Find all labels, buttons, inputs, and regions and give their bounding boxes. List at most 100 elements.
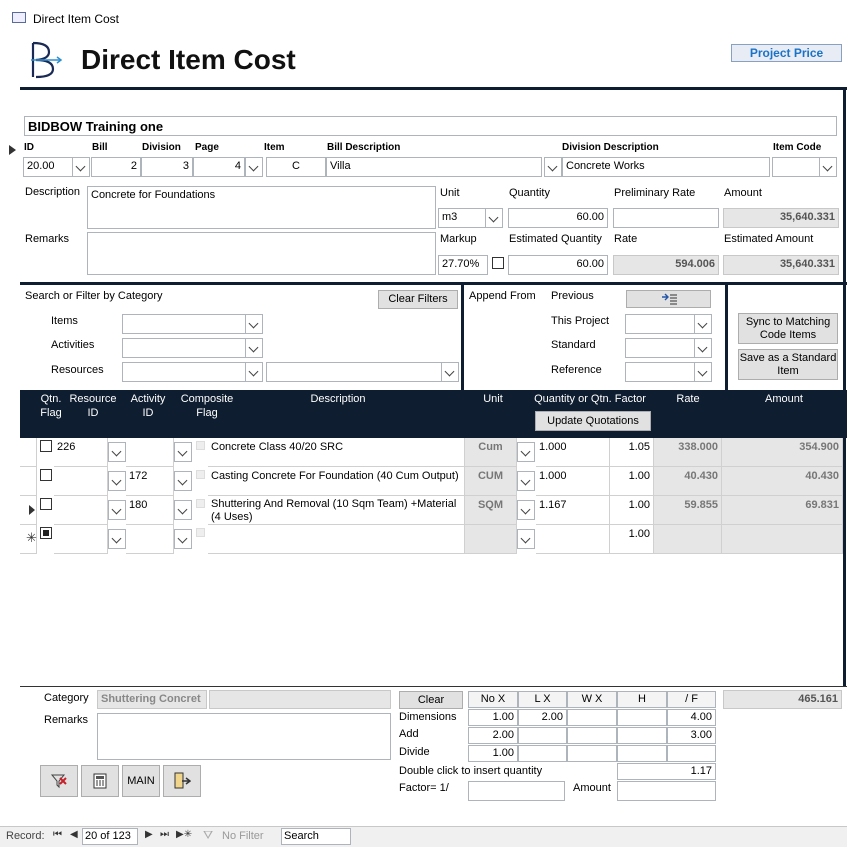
qty-cell[interactable]: 1.167: [536, 496, 610, 525]
resource-id-dropdown[interactable]: [108, 471, 126, 491]
unit-cell-dropdown[interactable]: [517, 529, 535, 549]
sync-button[interactable]: Sync to Matching Code Items: [738, 313, 838, 344]
description-field[interactable]: Concrete for Foundations: [87, 186, 436, 229]
no-filter-indicator[interactable]: No Filter: [222, 830, 264, 842]
div-desc-field[interactable]: Concrete Works: [562, 157, 770, 177]
composite-flag-checkbox[interactable]: [196, 499, 205, 508]
unit-field[interactable]: m3: [438, 208, 486, 228]
activity-id-cell[interactable]: [126, 438, 174, 467]
activity-id-dropdown[interactable]: [174, 500, 192, 520]
composite-flag-checkbox[interactable]: [196, 528, 205, 537]
filter-resources-field[interactable]: [122, 362, 246, 382]
table-row[interactable]: 180 Shuttering And Removal (10 Sqm Team)…: [20, 496, 843, 525]
quantity-field[interactable]: 60.00: [508, 208, 608, 228]
page-dropdown[interactable]: [245, 157, 263, 177]
add-wx-field[interactable]: [567, 727, 617, 744]
first-record-icon[interactable]: ⏮: [53, 829, 62, 840]
qtn-flag-checkbox[interactable]: [40, 440, 52, 452]
description-cell[interactable]: Shuttering And Removal (10 Sqm Team) +Ma…: [208, 496, 465, 525]
next-record-icon[interactable]: ▶: [145, 829, 153, 840]
activity-id-cell[interactable]: 172: [126, 467, 174, 496]
append-standard-field[interactable]: [625, 338, 695, 358]
qtn-flag-checkbox[interactable]: [40, 469, 52, 481]
resource-id-cell[interactable]: [54, 467, 108, 496]
filter-items-dropdown[interactable]: [245, 314, 263, 334]
est-qty-field[interactable]: 60.00: [508, 255, 608, 275]
unit-cell[interactable]: Cum: [465, 438, 517, 467]
id-field[interactable]: 20.00: [23, 157, 73, 177]
project-name-field[interactable]: BIDBOW Training one: [24, 116, 837, 136]
delete-filter-button[interactable]: [40, 765, 78, 797]
description-cell[interactable]: Concrete Class 40/20 SRC: [208, 438, 465, 467]
unit-cell[interactable]: [465, 525, 517, 554]
unit-cell[interactable]: SQM: [465, 496, 517, 525]
description-cell[interactable]: Casting Concrete For Foundation (40 Cum …: [208, 467, 465, 496]
double-click-value-field[interactable]: 1.17: [617, 763, 716, 780]
qty-cell[interactable]: [536, 525, 610, 554]
markup-field[interactable]: 27.70%: [438, 255, 488, 275]
composite-flag-checkbox[interactable]: [196, 470, 205, 479]
div-wx-field[interactable]: [567, 745, 617, 762]
dim-h-field[interactable]: [617, 709, 667, 726]
div-f-field[interactable]: [667, 745, 716, 762]
table-row[interactable]: 172 Casting Concrete For Foundation (40 …: [20, 467, 843, 496]
dim-lx-field[interactable]: 2.00: [518, 709, 567, 726]
dimensions-clear-button[interactable]: Clear: [399, 691, 463, 709]
activity-id-dropdown[interactable]: [174, 471, 192, 491]
factor-cell[interactable]: 1.05: [610, 438, 654, 467]
bottom-amount-field[interactable]: [617, 781, 716, 801]
resource-id-dropdown[interactable]: [108, 500, 126, 520]
unit-cell-dropdown[interactable]: [517, 442, 535, 462]
last-record-icon[interactable]: ⏭: [160, 829, 169, 840]
div-nox-field[interactable]: 1.00: [468, 745, 518, 762]
div-h-field[interactable]: [617, 745, 667, 762]
factor-cell[interactable]: 1.00: [610, 525, 654, 554]
append-reference-field[interactable]: [625, 362, 695, 382]
resource-id-cell[interactable]: 226: [54, 438, 108, 467]
qty-cell[interactable]: 1.000: [536, 438, 610, 467]
unit-dropdown[interactable]: [485, 208, 503, 228]
dim-f-field[interactable]: 4.00: [667, 709, 716, 726]
clear-filters-button[interactable]: Clear Filters: [378, 290, 458, 309]
activity-id-dropdown[interactable]: [174, 442, 192, 462]
exit-button[interactable]: [163, 765, 201, 797]
filter-items-field[interactable]: [122, 314, 246, 334]
append-reference-dropdown[interactable]: [694, 362, 712, 382]
filter-resources-dropdown[interactable]: [245, 362, 263, 382]
activity-id-cell[interactable]: 180: [126, 496, 174, 525]
div-lx-field[interactable]: [518, 745, 567, 762]
activity-id-cell[interactable]: [126, 525, 174, 554]
append-this-project-dropdown[interactable]: [694, 314, 712, 334]
filter-resources-sub-field[interactable]: [266, 362, 442, 382]
markup-checkbox[interactable]: [492, 257, 504, 269]
bill-field[interactable]: 2: [91, 157, 141, 177]
bill-desc-field[interactable]: Villa: [326, 157, 542, 177]
resource-id-dropdown[interactable]: [108, 529, 126, 549]
add-lx-field[interactable]: [518, 727, 567, 744]
search-input[interactable]: Search: [281, 828, 351, 845]
dim-nox-field[interactable]: 1.00: [468, 709, 518, 726]
qtn-flag-checkbox[interactable]: [40, 527, 52, 539]
append-previous-button[interactable]: [626, 290, 711, 308]
unit-cell-dropdown[interactable]: [517, 500, 535, 520]
record-selector-icon[interactable]: [9, 145, 16, 155]
prelim-rate-field[interactable]: [613, 208, 719, 228]
qty-cell[interactable]: 1.000: [536, 467, 610, 496]
record-position-field[interactable]: 20 of 123: [82, 828, 138, 845]
add-f-field[interactable]: 3.00: [667, 727, 716, 744]
page-field[interactable]: 4: [193, 157, 245, 177]
item-field[interactable]: C: [266, 157, 326, 177]
project-price-button[interactable]: Project Price: [731, 44, 842, 62]
division-field[interactable]: 3: [141, 157, 193, 177]
unit-cell-dropdown[interactable]: [517, 471, 535, 491]
id-dropdown[interactable]: [72, 157, 90, 177]
resource-id-cell[interactable]: [54, 496, 108, 525]
main-button[interactable]: MAIN: [122, 765, 160, 797]
resource-id-cell[interactable]: [54, 525, 108, 554]
bottom-remarks-field[interactable]: [97, 713, 391, 760]
add-h-field[interactable]: [617, 727, 667, 744]
new-record-row[interactable]: ✳ 1.00: [20, 525, 843, 554]
composite-flag-checkbox[interactable]: [196, 441, 205, 450]
factor-cell[interactable]: 1.00: [610, 467, 654, 496]
factor-cell[interactable]: 1.00: [610, 496, 654, 525]
